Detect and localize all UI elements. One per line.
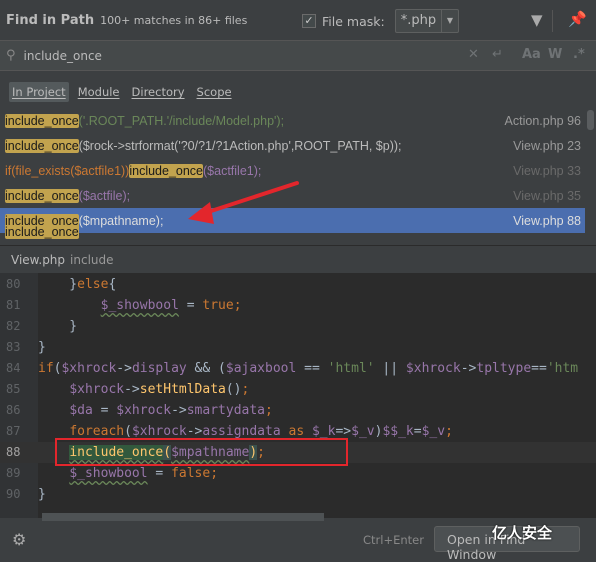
shortcut-hint: Ctrl+Enter [363, 533, 424, 547]
annotation-arrow [188, 181, 299, 224]
watermark: 亿人安全 [492, 524, 553, 542]
gear-icon[interactable]: ⚙ [12, 530, 26, 549]
